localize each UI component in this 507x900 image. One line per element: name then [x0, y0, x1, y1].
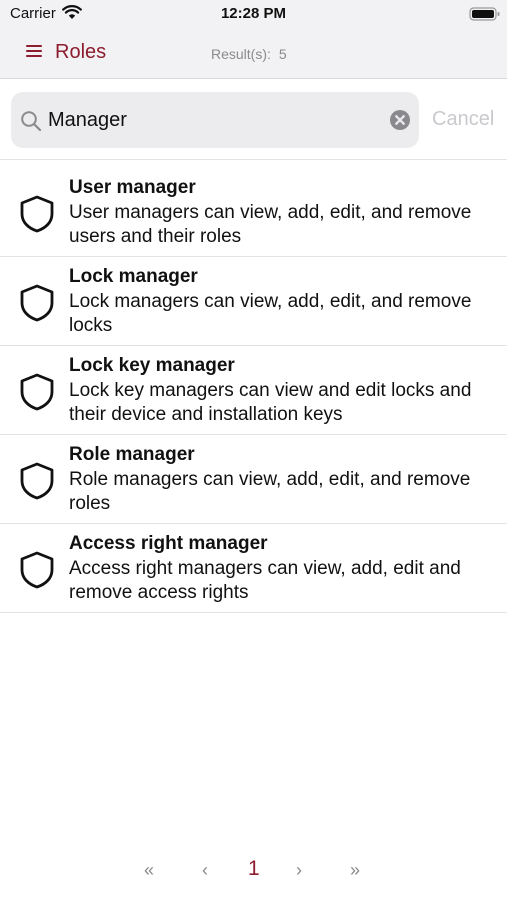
role-description: Access right managers can view, add, edi…: [69, 558, 461, 603]
search-icon: [21, 111, 42, 132]
shield-icon: [20, 462, 54, 500]
role-row-access-right-manager[interactable]: Access right manager Access right manage…: [0, 524, 507, 613]
role-description: Role managers can view, add, edit, and r…: [69, 469, 471, 514]
search-input[interactable]: [48, 100, 378, 140]
role-name: Lock key manager: [69, 355, 235, 376]
role-row-user-manager[interactable]: User manager User managers can view, add…: [0, 168, 507, 257]
shield-icon: [20, 551, 54, 589]
shield-icon: [20, 373, 54, 411]
page-title: Roles: [55, 41, 107, 63]
shield-icon: [20, 284, 54, 322]
last-page-button[interactable]: »: [350, 860, 360, 881]
role-description: Lock managers can view, add, edit, and r…: [69, 291, 472, 336]
pagination: « ‹ 1 › »: [0, 857, 507, 892]
results-counter: Result(s): 5: [211, 46, 287, 62]
results-count: 5: [278, 46, 287, 62]
role-description: Lock key managers can view and edit lock…: [69, 380, 472, 425]
role-name: User manager: [69, 177, 196, 198]
search-area: Cancel: [0, 80, 507, 160]
next-page-button[interactable]: ›: [296, 860, 302, 881]
role-row-lock-manager[interactable]: Lock manager Lock managers can view, add…: [0, 257, 507, 346]
status-time: 12:28 PM: [220, 5, 287, 22]
role-name: Access right manager: [69, 533, 268, 554]
status-bar: Carrier 12:28 PM: [0, 0, 507, 28]
current-page-number[interactable]: 1: [248, 857, 260, 881]
clear-search-icon[interactable]: [389, 109, 411, 131]
role-list: User manager User managers can view, add…: [0, 168, 507, 613]
role-name: Role manager: [69, 444, 195, 465]
role-name: Lock manager: [69, 266, 198, 287]
nav-bar: Roles Result(s): 5: [0, 28, 507, 79]
first-page-button[interactable]: «: [144, 860, 154, 881]
role-row-role-manager[interactable]: Role manager Role managers can view, add…: [0, 435, 507, 524]
role-description: User managers can view, add, edit, and r…: [69, 202, 472, 247]
shield-icon: [20, 195, 54, 233]
previous-page-button[interactable]: ‹: [202, 860, 208, 881]
results-label: Result(s):: [211, 46, 271, 62]
role-row-lock-key-manager[interactable]: Lock key manager Lock key managers can v…: [0, 346, 507, 435]
search-field[interactable]: [11, 92, 419, 148]
hamburger-menu-icon[interactable]: [26, 45, 42, 59]
cancel-button[interactable]: Cancel: [432, 108, 494, 131]
battery-icon: [469, 7, 500, 21]
